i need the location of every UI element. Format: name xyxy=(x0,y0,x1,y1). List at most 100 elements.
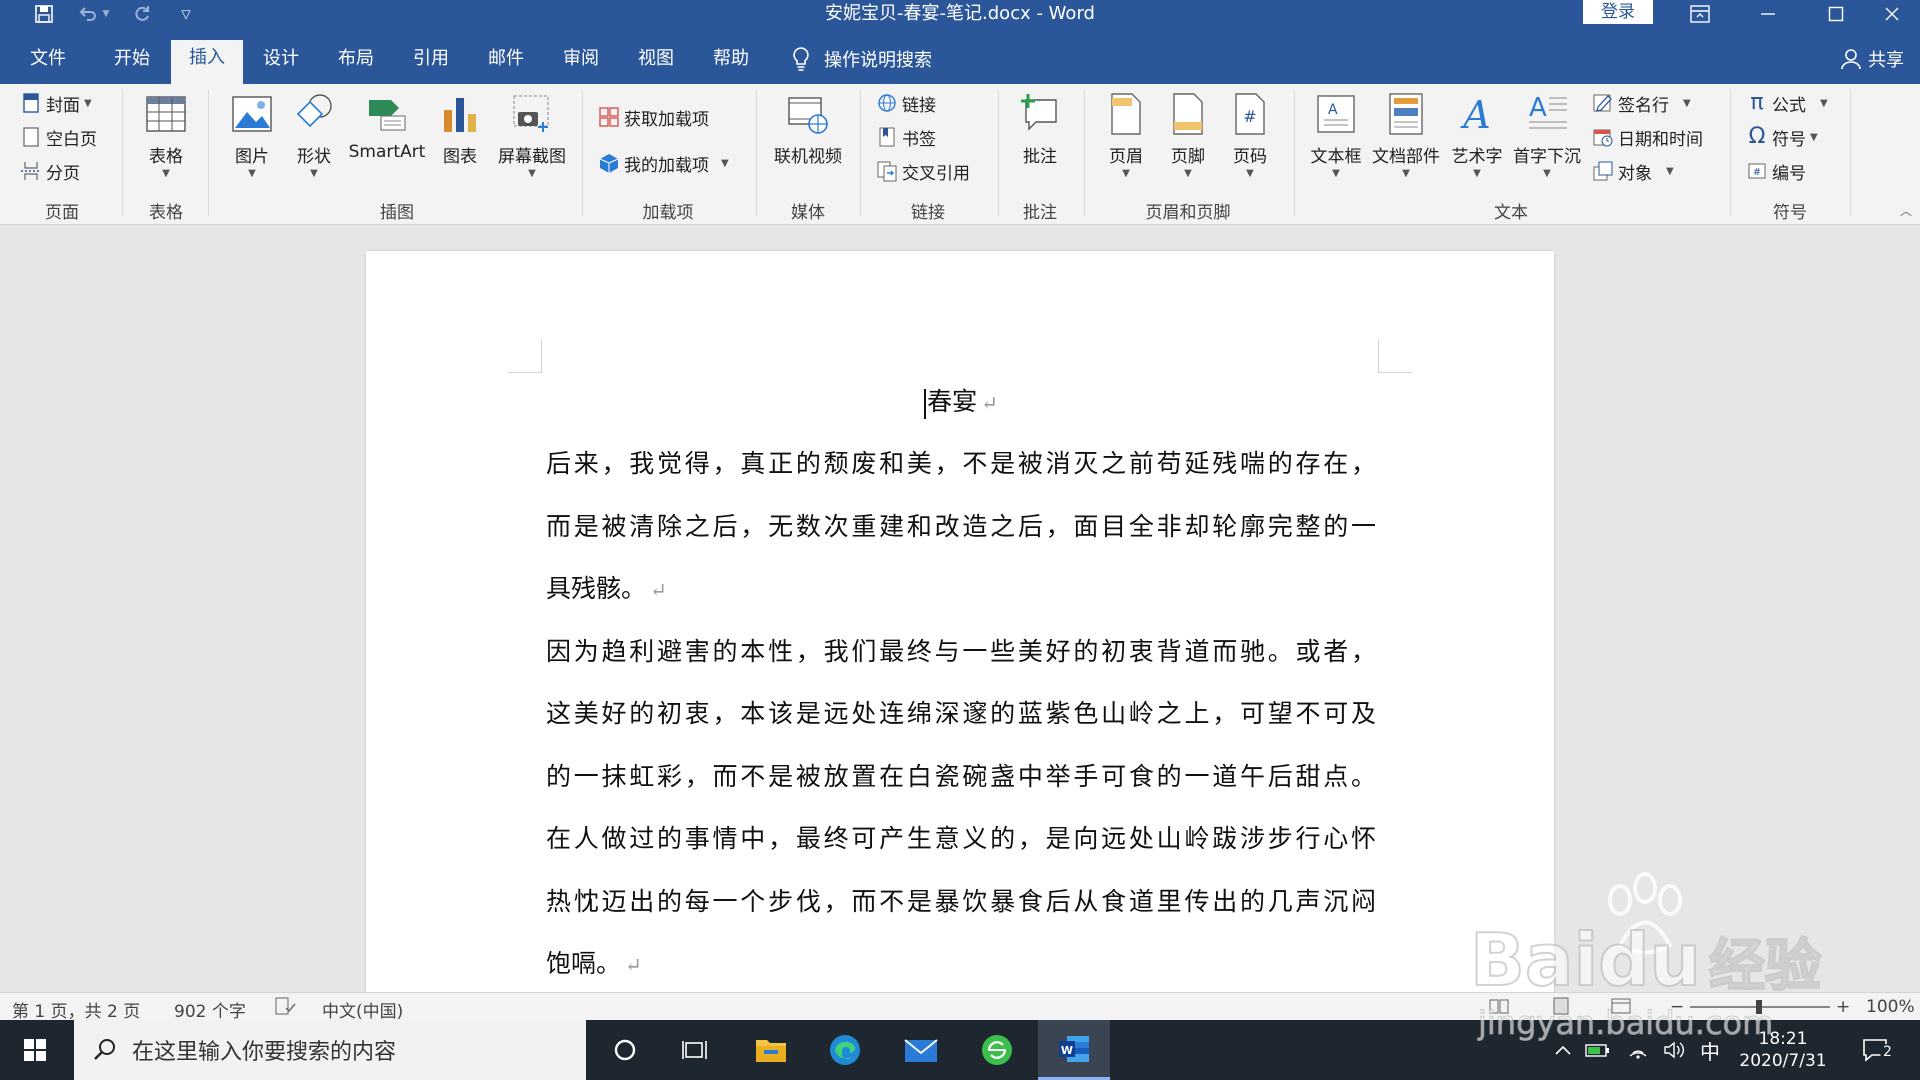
task-view-icon xyxy=(682,1041,707,1059)
new-comment-button[interactable]: 批注 xyxy=(1012,92,1068,167)
date-time-button[interactable]: 日期和时间 xyxy=(1592,124,1703,150)
share-button[interactable]: 共享 xyxy=(1840,42,1904,76)
footer-button[interactable]: 页脚 ▼ xyxy=(1160,92,1216,179)
header-button[interactable]: 页眉 ▼ xyxy=(1098,92,1154,179)
battery-icon[interactable] xyxy=(1580,1020,1616,1080)
signature-line-button[interactable]: 签名行 ▼ xyxy=(1592,90,1691,116)
group-separator xyxy=(1294,90,1295,216)
browser-app[interactable] xyxy=(962,1020,1032,1080)
svg-text:A: A xyxy=(1529,93,1547,123)
group-separator xyxy=(860,90,861,216)
customize-qat-icon[interactable]: ▽ xyxy=(170,0,202,28)
number-button[interactable]: # 编号 xyxy=(1746,158,1806,184)
object-button[interactable]: 对象 ▼ xyxy=(1592,158,1674,184)
document-page[interactable]: 春宴 ↵ 后来，我觉得，真正的颓废和美，不是被消灭之前苟延残喘的存在， 而是被清除… xyxy=(366,251,1554,992)
group-label-illustrations: 插图 xyxy=(380,203,414,223)
redo-icon[interactable] xyxy=(126,0,158,28)
page-number-button[interactable]: # 页码 ▼ xyxy=(1222,92,1278,179)
link-button[interactable]: 链接 xyxy=(876,90,936,116)
language-indicator[interactable]: 中文(中国) xyxy=(322,997,403,1022)
group-label-text: 文本 xyxy=(1494,203,1528,223)
minimize-icon[interactable] xyxy=(1740,0,1796,28)
tell-me-search[interactable]: 操作说明搜索 xyxy=(790,42,932,76)
zoom-slider[interactable] xyxy=(1690,1000,1830,1014)
online-video-button[interactable]: 联机视频 xyxy=(768,92,848,167)
equation-button[interactable]: π 公式 ▼ xyxy=(1746,90,1827,116)
action-center-button[interactable]: 2 xyxy=(1852,1020,1902,1080)
tab-file[interactable]: 文件 xyxy=(16,42,80,84)
ribbon-display-options-icon[interactable] xyxy=(1672,0,1728,28)
text-line: 具残骸。 ↵ xyxy=(546,574,667,603)
zoom-level[interactable]: 100% xyxy=(1866,997,1915,1017)
quick-parts-icon xyxy=(1389,93,1423,135)
tab-review[interactable]: 审阅 xyxy=(546,42,616,84)
document-body[interactable]: 春宴 ↵ 后来，我觉得，真正的颓废和美，不是被消灭之前苟延残喘的存在， 而是被清除… xyxy=(546,387,1376,992)
save-icon[interactable] xyxy=(28,0,60,28)
tab-help[interactable]: 帮助 xyxy=(696,42,766,84)
text-box-button[interactable]: A 文本框 ▼ xyxy=(1306,92,1366,179)
cover-page-button[interactable]: 封面 ▼ xyxy=(20,90,92,116)
cortana-button[interactable] xyxy=(590,1020,660,1080)
menu-tabs: 文件 开始 插入 设计 布局 引用 邮件 审阅 视图 帮助 操作说明搜索 共享 xyxy=(0,28,1920,84)
table-button[interactable]: 表格 ▼ xyxy=(136,92,196,179)
drop-cap-button[interactable]: A 首字下沉 ▼ xyxy=(1510,92,1584,179)
page-break-button[interactable]: 分页 xyxy=(20,158,80,184)
tab-design[interactable]: 设计 xyxy=(246,42,316,84)
tab-insert[interactable]: 插入 xyxy=(171,40,243,84)
group-separator xyxy=(756,90,757,216)
blank-page-icon xyxy=(23,127,39,147)
notification-count: 2 xyxy=(1880,1044,1895,1060)
tab-home[interactable]: 开始 xyxy=(97,42,167,84)
login-button[interactable]: 登录 xyxy=(1583,0,1653,24)
read-mode-icon[interactable] xyxy=(1488,996,1510,1016)
my-addins-button[interactable]: 我的加载项 ▼ xyxy=(598,150,729,176)
document-canvas[interactable]: 春宴 ↵ 后来，我觉得，真正的颓废和美，不是被消灭之前苟延残喘的存在， 而是被清除… xyxy=(0,225,1920,992)
status-bar: 第 1 页，共 2 页 902 个字 中文(中国) − + 100% xyxy=(0,992,1920,1022)
group-label-tables: 表格 xyxy=(149,203,183,223)
wifi-icon[interactable] xyxy=(1620,1020,1656,1080)
close-icon[interactable] xyxy=(1864,0,1920,28)
cross-reference-button[interactable]: 交叉引用 xyxy=(876,158,970,184)
word-icon: W xyxy=(1059,1035,1089,1062)
wordart-button[interactable]: A 艺术字 ▼ xyxy=(1446,92,1508,179)
task-view-button[interactable] xyxy=(660,1020,730,1080)
bookmark-button[interactable]: 书签 xyxy=(876,124,936,150)
web-layout-icon[interactable] xyxy=(1610,996,1632,1016)
undo-dropdown-icon[interactable]: ▼ xyxy=(96,0,116,28)
symbol-button[interactable]: Ω 符号 ▼ xyxy=(1746,124,1818,150)
word-count[interactable]: 902 个字 xyxy=(174,997,246,1022)
taskbar-search[interactable]: 在这里输入你要搜索的内容 xyxy=(74,1020,586,1080)
show-hidden-icons[interactable] xyxy=(1548,1020,1578,1080)
file-explorer-app[interactable] xyxy=(736,1020,806,1080)
input-method-indicator[interactable]: 中 xyxy=(1694,1020,1726,1080)
mail-icon xyxy=(904,1039,938,1062)
tab-mailings[interactable]: 邮件 xyxy=(471,42,541,84)
collapse-ribbon-icon[interactable]: ︿ xyxy=(1900,202,1912,219)
print-layout-icon[interactable] xyxy=(1550,996,1572,1016)
proofing-icon[interactable] xyxy=(274,996,296,1016)
quick-parts-button[interactable]: 文档部件 ▼ xyxy=(1368,92,1444,179)
get-addins-button[interactable]: 获取加载项 xyxy=(598,104,709,130)
word-app[interactable]: W xyxy=(1038,1020,1110,1080)
screenshot-button[interactable]: 屏幕截图 ▼ xyxy=(492,92,572,179)
tab-references[interactable]: 引用 xyxy=(396,42,466,84)
smartart-button[interactable]: SmartArt xyxy=(346,92,428,162)
volume-icon[interactable] xyxy=(1656,1020,1692,1080)
start-button[interactable] xyxy=(0,1020,70,1080)
tab-view[interactable]: 视图 xyxy=(621,42,691,84)
text-line: 热忱迈出的每一个步伐，而不是暴饮暴食后从食道里传出的几声沉闷 xyxy=(546,886,1376,916)
zoom-slider-thumb[interactable] xyxy=(1756,1000,1762,1014)
shapes-button[interactable]: 形状 ▼ xyxy=(284,92,344,179)
page-count[interactable]: 第 1 页，共 2 页 xyxy=(12,997,140,1022)
chart-button[interactable]: 图表 xyxy=(430,92,490,167)
blank-page-button[interactable]: 空白页 xyxy=(20,124,97,150)
picture-button[interactable]: 图片 ▼ xyxy=(222,92,282,179)
page-number-icon: # xyxy=(1235,93,1265,135)
mail-app[interactable] xyxy=(886,1020,956,1080)
clock[interactable]: 18:21 2020/7/31 xyxy=(1730,1020,1836,1080)
maximize-icon[interactable] xyxy=(1808,0,1864,28)
zoom-out-button[interactable]: − xyxy=(1670,997,1684,1017)
zoom-in-button[interactable]: + xyxy=(1836,997,1850,1017)
tab-layout[interactable]: 布局 xyxy=(321,42,391,84)
edge-app[interactable] xyxy=(810,1020,880,1080)
